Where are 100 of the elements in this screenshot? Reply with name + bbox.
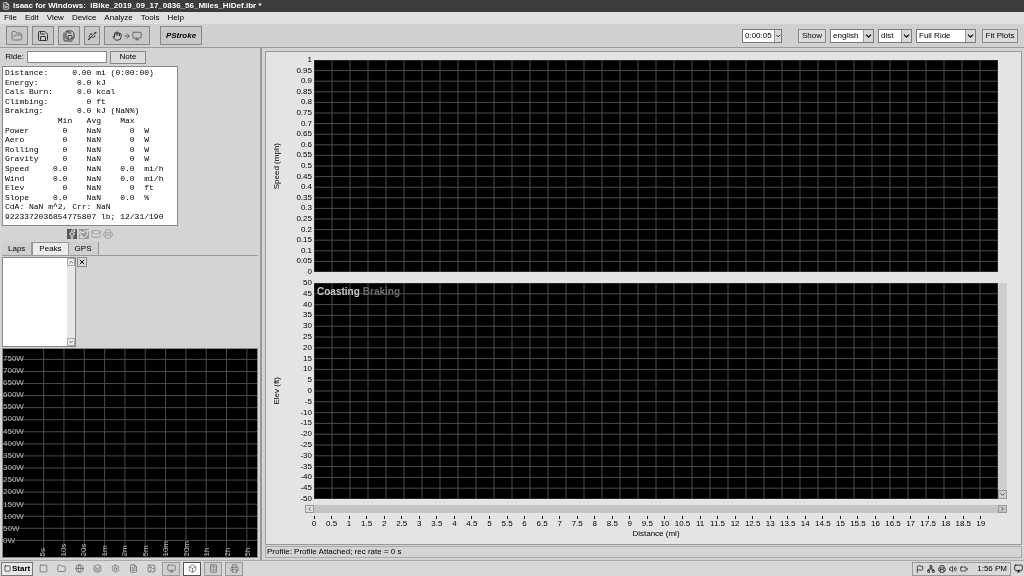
- axis-tick-label: 0.35: [295, 192, 312, 203]
- axis-tick-label: 20: [302, 342, 312, 353]
- axis-tick-label: -35: [299, 461, 312, 472]
- axis-tick-label: -15: [299, 418, 312, 429]
- tab[interactable]: Peaks: [32, 242, 69, 255]
- axis-tick-label: -25: [299, 439, 312, 450]
- close-icon: [78, 258, 86, 266]
- axis-tick-label: 700W: [3, 365, 24, 376]
- interval-dropdown[interactable]: 0:00:05: [742, 28, 782, 43]
- summary-line: Braking: 0.0 kJ (NaN%): [5, 106, 141, 116]
- save-as-button[interactable]: [58, 26, 80, 45]
- folder-icon: [11, 29, 23, 42]
- arrow-icon: [123, 31, 131, 40]
- menu-item[interactable]: View: [46, 14, 64, 22]
- axis-tick-label: 0.6: [299, 139, 312, 150]
- tab[interactable]: GPS: [68, 242, 99, 255]
- legend-label: Coasting: [317, 286, 360, 297]
- axis-tick-label: 40: [302, 299, 312, 310]
- units-dropdown[interactable]: english: [830, 28, 874, 43]
- menu-item[interactable]: File: [4, 14, 17, 22]
- axis-dropdown[interactable]: dist: [878, 28, 912, 43]
- axis-tick-label: 20m: [181, 541, 191, 557]
- axis-tick-label: 0: [311, 519, 317, 529]
- battery-icon[interactable]: [960, 564, 969, 573]
- axis-tick-label: 12.5: [744, 519, 761, 529]
- summary-line: Speed 0.0 NaN 0.0 mi/h: [5, 163, 165, 174]
- usb-button[interactable]: [84, 26, 100, 45]
- axis-tick-label: 2m: [120, 544, 130, 557]
- facebook-icon[interactable]: [67, 229, 77, 239]
- axis-tick-label: 14: [800, 519, 810, 529]
- summary-line: Wind 0.0 NaN 0.0 mi/h: [5, 173, 165, 184]
- axis-tick-label: -40: [299, 472, 312, 483]
- printer-icon[interactable]: [938, 564, 947, 573]
- axis-tick-label: 0.05: [295, 256, 312, 267]
- axis-tick-label: -5: [303, 396, 312, 407]
- axis-tick-label: 5: [306, 375, 312, 386]
- bird-icon[interactable]: [79, 229, 89, 239]
- axis-tick-label: 550W: [3, 402, 24, 413]
- axis-title: Speed (mph): [271, 142, 282, 190]
- network-icon[interactable]: [927, 564, 936, 573]
- clock[interactable]: 1:56 PM: [977, 564, 1007, 573]
- axis-tick-label: 10.5: [674, 519, 691, 529]
- menu-item[interactable]: Device: [71, 14, 97, 22]
- taskbar-app-button[interactable]: [183, 561, 202, 576]
- axis-tick-label: 500W: [3, 414, 24, 425]
- axis-tick-label: 20s: [79, 543, 89, 557]
- ride-field[interactable]: [27, 51, 107, 63]
- axis-tick-label: 10: [660, 519, 670, 529]
- axis-tick-label: -50: [299, 493, 312, 504]
- axis-tick-label: 600W: [3, 390, 24, 400]
- axis-tick-label: 19: [976, 519, 986, 529]
- menu-item[interactable]: Tools: [140, 14, 160, 22]
- axis-tick-label: 45: [302, 288, 312, 299]
- app-icon: [111, 564, 121, 573]
- range-dropdown[interactable]: Full Ride: [916, 28, 976, 43]
- note-button[interactable]: Note: [110, 50, 146, 64]
- upload-button[interactable]: [104, 26, 150, 45]
- summary-line: Elev 0 NaN 0 ft: [5, 183, 155, 193]
- horizontal-scrollbar[interactable]: [314, 505, 1007, 513]
- menu-item[interactable]: Analyze: [104, 14, 133, 22]
- summary-line: Slope 0.0 NaN 0.0 %: [5, 192, 151, 203]
- menu-item[interactable]: Edit: [24, 14, 39, 22]
- mail-icon[interactable]: [91, 229, 101, 239]
- scrollbar[interactable]: [67, 258, 75, 346]
- axis-tick-label: 16.5: [885, 519, 901, 529]
- axis-tick-label: 0.65: [295, 129, 312, 140]
- axis-tick-label: 8: [592, 519, 597, 529]
- app-icon: [147, 564, 157, 573]
- scroll-up-icon: [67, 258, 75, 266]
- axis-tick-label: 0.5: [299, 160, 312, 171]
- scroll-left-icon[interactable]: [305, 505, 314, 513]
- close-button[interactable]: [77, 257, 87, 267]
- summary-line: 9223372036854775807 lb; 12/31/190: [5, 211, 165, 222]
- show-desktop-icon[interactable]: [1014, 564, 1023, 573]
- axis-tick-label: 3.5: [431, 519, 443, 529]
- flag-icon[interactable]: [916, 564, 925, 573]
- tab[interactable]: Laps: [2, 242, 33, 255]
- summary-line: Distance: 0.00 mi (0:00:00): [5, 68, 155, 78]
- axis-tick-label: 18: [941, 519, 951, 529]
- save-button[interactable]: [32, 26, 54, 45]
- axis-tick-label: 650W: [3, 377, 24, 388]
- vertical-scrollbar[interactable]: [998, 283, 1007, 499]
- scroll-right-icon: [998, 505, 1007, 513]
- menu-item[interactable]: Help: [167, 14, 184, 22]
- pstroke-button[interactable]: PStroke: [160, 26, 202, 45]
- monitor-icon: [132, 30, 142, 41]
- summary-line: Rolling 0 NaN 0 W: [5, 144, 151, 155]
- axis-tick-label: 0: [306, 266, 312, 277]
- axis-tick-label: 350W: [3, 450, 24, 461]
- axis-tick-label: 30: [302, 321, 312, 332]
- axis-tick-label: 18.5: [955, 519, 971, 529]
- axis-tick-label: 12: [730, 519, 740, 529]
- show-button[interactable]: Show: [798, 28, 826, 43]
- axis-tick-label: 2h: [222, 547, 232, 557]
- axis-tick-label: 0.85: [295, 86, 312, 97]
- start-button[interactable]: Start: [1, 561, 34, 576]
- fit-plots-button[interactable]: Fit Plots: [982, 28, 1018, 43]
- summary-line: Aero 0 NaN 0 W: [5, 135, 151, 145]
- axis-tick-label: 5m: [140, 544, 150, 557]
- speaker-icon[interactable]: [949, 564, 958, 573]
